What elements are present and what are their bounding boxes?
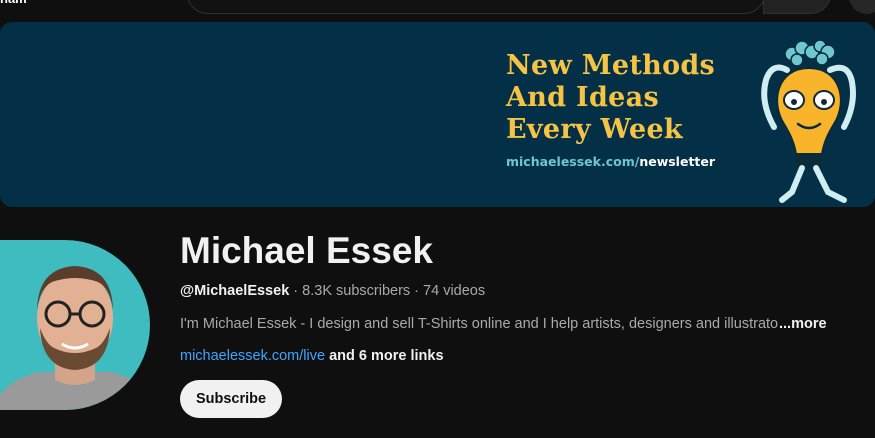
channel-links: michaelessek.com/live and 6 more links xyxy=(180,348,444,364)
logo-text[interactable]: nam xyxy=(0,0,27,6)
subscriber-count: 8.3K subscribers xyxy=(302,283,411,299)
search-button[interactable] xyxy=(763,0,831,14)
lightbulb-mascot-icon xyxy=(761,39,856,203)
banner-url-path: newsletter xyxy=(639,154,716,169)
meta-separator: · xyxy=(410,283,424,299)
channel-meta: @MichaelEssek · 8.3K subscribers · 74 vi… xyxy=(180,283,485,299)
banner-newsletter-url: michaelessek.com/newsletter xyxy=(506,154,715,169)
banner-headline-line: New Methods xyxy=(506,50,716,81)
description-more-button[interactable]: ...more xyxy=(779,316,827,332)
banner-headline-line: Every Week xyxy=(506,114,683,145)
masthead: nam xyxy=(0,0,875,18)
channel-handle: @MichaelEssek xyxy=(180,283,290,299)
banner-url-domain: michaelessek.com/ xyxy=(506,154,640,169)
channel-banner: New Methods And Ideas Every Week michael… xyxy=(0,22,875,207)
avatar-photo xyxy=(0,240,150,410)
channel-avatar[interactable] xyxy=(0,240,150,410)
voice-search-button[interactable] xyxy=(849,0,875,14)
video-count: 74 videos xyxy=(423,283,486,299)
banner-headline-line: And Ideas xyxy=(506,82,659,113)
channel-description[interactable]: I'm Michael Essek - I design and sell T-… xyxy=(180,316,778,332)
meta-separator: · xyxy=(289,283,303,299)
more-links-button[interactable]: and 6 more links xyxy=(329,348,443,364)
channel-link[interactable]: michaelessek.com/live xyxy=(180,348,325,364)
banner-headline: New Methods And Ideas Every Week xyxy=(506,50,715,146)
channel-name: Michael Essek xyxy=(180,230,433,271)
subscribe-button[interactable]: Subscribe xyxy=(180,380,282,418)
search-input[interactable] xyxy=(187,0,765,14)
